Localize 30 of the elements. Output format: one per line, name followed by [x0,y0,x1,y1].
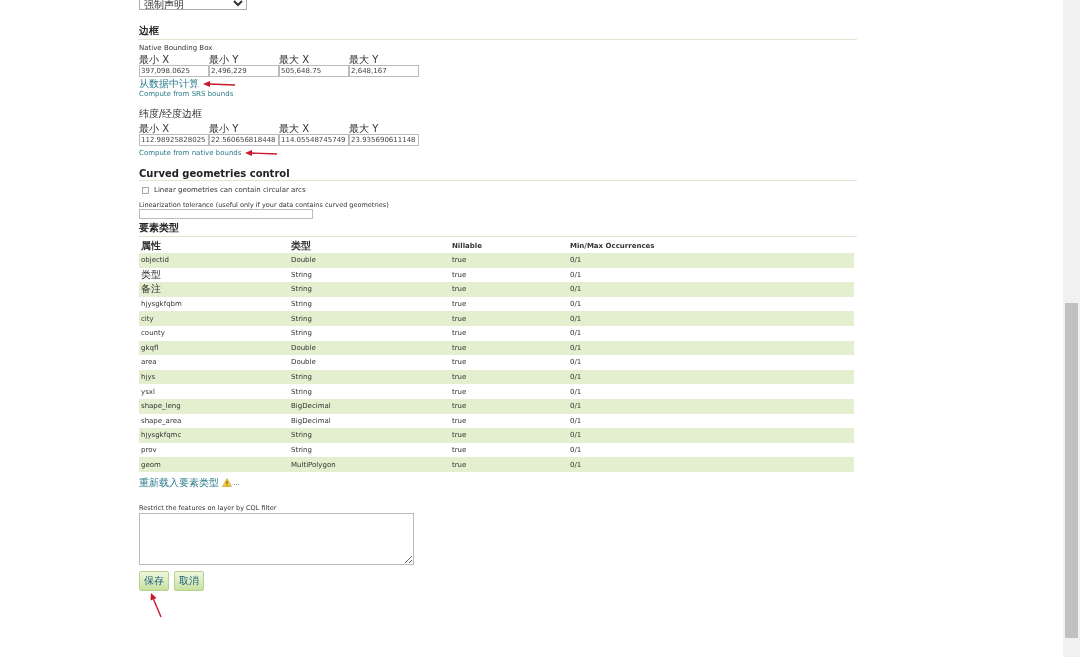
warning-icon [222,478,232,488]
field-label: 最小 Y [209,54,240,65]
annotation-arrow [150,592,162,618]
subsection-title: 纬度/经度边框 [139,107,204,121]
field-label: 最小 Y [209,123,240,134]
annotation-arrow [245,150,279,156]
section-heading: 要素类型 [139,221,857,237]
srs-handling-dropdown[interactable]: 强制声明 [139,0,247,10]
field-label: 最小 X [139,123,171,134]
column-header: 属性 [139,239,289,253]
compute-link[interactable]: 从数据中计算 [139,79,199,89]
section-heading: 边框 [139,24,857,40]
table-cell: 类型 [139,267,289,283]
column-header: 类型 [289,239,450,253]
field-label: 最小 X [139,54,171,65]
checkbox[interactable] [142,186,149,194]
section-heading: Curved geometries control [139,168,857,181]
field-label: 最大 Y [349,123,380,134]
cql-filter-field[interactable] [139,512,414,565]
annotation-arrow [203,81,236,87]
field-label: 最大 X [279,54,311,65]
field-label: 最大 X [279,123,311,134]
table-cell: 备注 [139,282,289,297]
reload-link[interactable]: 重新载入要素类型 [139,477,219,488]
field-label: 最大 Y [349,54,380,65]
scrollbar[interactable] [1063,0,1080,657]
form-button[interactable]: 保存 [139,570,169,591]
scrollbar-thumb[interactable] [1065,303,1078,638]
tolerance-field[interactable] [139,209,313,219]
form-button[interactable]: 取消 [174,570,204,591]
